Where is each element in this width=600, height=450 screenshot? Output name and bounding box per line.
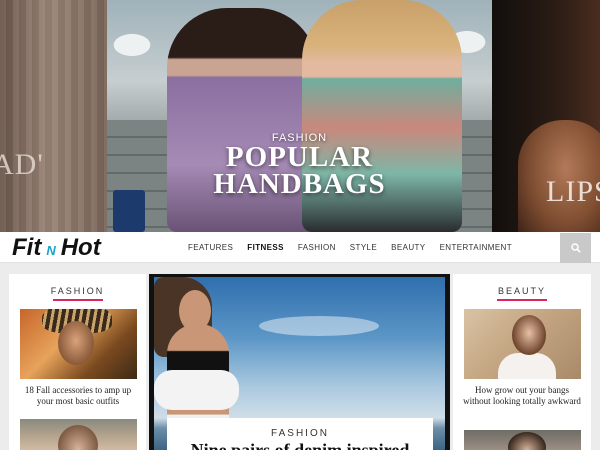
- model-face: [58, 321, 94, 365]
- beauty-post-1-title[interactable]: How grow out your bangs without looking …: [461, 385, 583, 407]
- model-top: [498, 353, 556, 379]
- fashion-column-title: FASHION: [50, 286, 105, 296]
- fashion-column-header: FASHION: [9, 286, 146, 301]
- fashion-post-1-title[interactable]: 18 Fall accessories to amp up your most …: [17, 385, 139, 407]
- featured-post-card[interactable]: FASHION Nine pairs of denim inspired: [167, 418, 433, 450]
- main-slide-title-line1: POPULAR: [225, 141, 374, 173]
- nav-item-beauty[interactable]: BEAUTY: [391, 243, 425, 252]
- hero-slider: AD' LIPS FASHION POPULAR HANDBAGS: [0, 0, 600, 232]
- model-shirt: [154, 370, 239, 410]
- previous-slide-title: AD': [0, 148, 44, 181]
- model-face: [58, 425, 98, 450]
- fashion-post-1-thumbnail[interactable]: [20, 309, 137, 379]
- logo-text-n: N: [46, 242, 56, 258]
- main-slide-title-line2: HANDBAGS: [213, 168, 386, 200]
- beauty-column-title: BEAUTY: [497, 286, 546, 296]
- beauty-post-1-thumbnail[interactable]: [464, 309, 581, 379]
- featured-post-category[interactable]: FASHION: [167, 428, 433, 439]
- nav-item-style[interactable]: STYLE: [350, 243, 377, 252]
- logo-text-fit: Fit: [12, 234, 42, 261]
- next-slide[interactable]: LIPS: [492, 0, 600, 232]
- main-navbar: Fit N Hot FEATURES FITNESS FASHION STYLE B…: [0, 232, 600, 263]
- model-face: [179, 290, 211, 332]
- site-logo[interactable]: Fit N Hot: [12, 234, 101, 262]
- next-slide-title: LIPS: [546, 175, 600, 208]
- featured-post-title[interactable]: Nine pairs of denim inspired: [167, 440, 433, 450]
- beauty-post-2-thumbnail[interactable]: [464, 430, 581, 450]
- page: AD' LIPS FASHION POPULAR HANDBAGS FitNHo…: [0, 0, 600, 450]
- nav-item-fitness[interactable]: FITNESS: [247, 243, 284, 252]
- previous-slide-image: [0, 0, 107, 232]
- model-face: [512, 315, 546, 355]
- search-button[interactable]: [560, 233, 591, 263]
- nav-item-features[interactable]: FEATURES: [188, 243, 233, 252]
- model-face: [508, 432, 546, 450]
- fashion-column: FASHION 18 Fall accessories to amp up yo…: [9, 274, 146, 450]
- sky-cloud: [259, 316, 379, 336]
- logo-text-hot: Hot: [60, 234, 101, 261]
- search-icon: [570, 243, 581, 253]
- main-slide-caption[interactable]: FASHION POPULAR HANDBAGS: [107, 132, 492, 200]
- nav-menu: FEATURES FITNESS FASHION STYLE BEAUTY EN…: [188, 232, 526, 263]
- previous-slide[interactable]: AD': [0, 0, 107, 232]
- nav-item-fashion[interactable]: FASHION: [298, 243, 336, 252]
- beauty-column: BEAUTY How grow out your bangs without l…: [453, 274, 591, 450]
- featured-post[interactable]: FASHION Nine pairs of denim inspired: [149, 274, 450, 450]
- beauty-column-header: BEAUTY: [453, 286, 591, 301]
- nav-item-entertainment[interactable]: ENTERTAINMENT: [440, 243, 512, 252]
- beauty-title-underline: [497, 299, 547, 301]
- fashion-title-underline: [52, 299, 103, 301]
- fashion-post-2-thumbnail[interactable]: [20, 419, 137, 450]
